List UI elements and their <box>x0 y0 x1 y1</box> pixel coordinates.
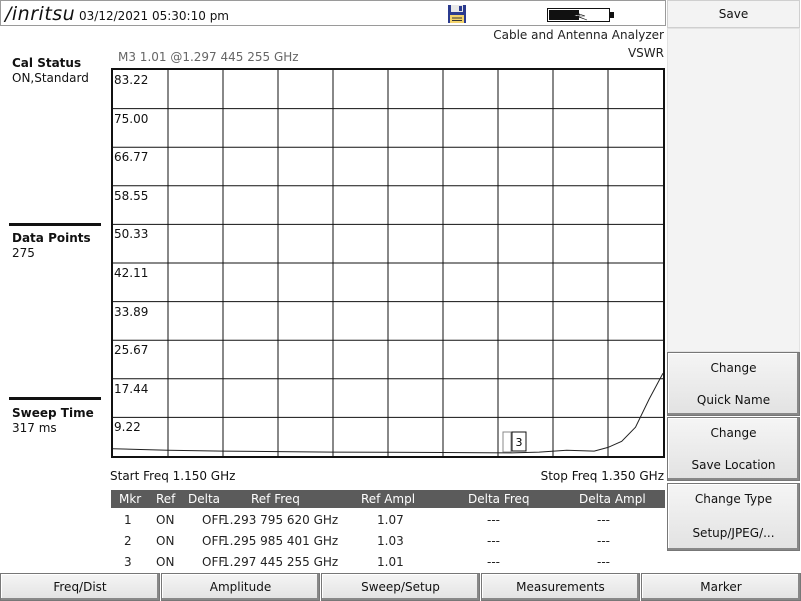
col-ref: Ref <box>156 492 176 506</box>
y-tick-label: 9.22 <box>114 420 141 435</box>
col-delta: Delta <box>188 492 221 506</box>
save-menu-title: Save <box>667 0 800 28</box>
cell-mkr: 3 <box>124 555 132 569</box>
col-delta-ampl: Delta Ampl <box>579 492 646 506</box>
brand-logo: /inritsu <box>5 3 76 25</box>
date-time: 03/12/2021 05:30:10 pm <box>79 9 229 23</box>
y-tick-label: 25.67 <box>114 343 149 358</box>
sweep-time-value: 317 ms <box>12 421 57 435</box>
y-tick-label: 75.00 <box>114 111 149 126</box>
vswr-plot-frame[interactable]: 3 <box>111 68 665 458</box>
cell-delta-freq: --- <box>487 555 500 569</box>
left-panel-divider <box>9 223 101 226</box>
change-save-location-line2: Save Location <box>691 458 776 472</box>
col-mkr: Mkr <box>119 492 142 506</box>
table-row: 3 ON OFF 1.297 445 255 GHz 1.01 --- --- <box>111 553 665 574</box>
cell-ref-ampl: 1.01 <box>377 555 404 569</box>
cell-ref-freq: 1.293 795 620 GHz <box>222 513 339 527</box>
plot-grid <box>113 70 663 456</box>
marker-3-flag: 3 <box>502 431 527 453</box>
cal-status-value: ON,Standard <box>12 71 89 85</box>
y-tick-label: 33.89 <box>114 304 149 319</box>
cell-ref-ampl: 1.03 <box>377 534 404 548</box>
marker-3-label: 3 <box>516 436 523 449</box>
sweep-time-label: Sweep Time <box>12 406 94 420</box>
cell-ref: ON <box>156 534 175 548</box>
y-tick-label: 66.77 <box>114 150 149 165</box>
vswr-plot: 3 <box>113 70 663 456</box>
cell-delta-ampl: --- <box>597 513 610 527</box>
col-delta-freq: Delta Freq <box>468 492 530 506</box>
change-save-location-button[interactable]: Change Save Location <box>667 417 800 481</box>
col-ref-ampl: Ref Ampl <box>361 492 416 506</box>
cell-ref-freq: 1.295 985 401 GHz <box>222 534 339 548</box>
cell-ref-ampl: 1.07 <box>377 513 404 527</box>
cell-ref: ON <box>156 513 175 527</box>
cell-mkr: 2 <box>124 534 132 548</box>
softkey-panel-blank <box>667 28 800 352</box>
marker-readout: M3 1.01 @1.297 445 255 GHz <box>118 50 299 64</box>
freq-dist-menu-button[interactable]: Freq/Dist <box>0 573 160 601</box>
save-menu-title-label: Save <box>718 7 749 21</box>
cell-delta-freq: --- <box>487 513 500 527</box>
col-ref-freq: Ref Freq <box>251 492 300 506</box>
amplitude-menu-button[interactable]: Amplitude <box>161 573 320 601</box>
table-row: 1 ON OFF 1.293 795 620 GHz 1.07 --- --- <box>111 511 665 532</box>
mode-title: Cable and Antenna Analyzer <box>493 28 664 42</box>
left-panel-divider <box>9 397 101 400</box>
change-type-line1: Change Type <box>694 492 773 506</box>
cell-delta-ampl: --- <box>597 555 610 569</box>
data-points-value: 275 <box>12 246 35 260</box>
start-freq-label: Start Freq 1.150 GHz <box>110 469 236 483</box>
cell-ref: ON <box>156 555 175 569</box>
cell-delta-ampl: --- <box>597 534 610 548</box>
sweep-setup-menu-button[interactable]: Sweep/Setup <box>321 573 480 601</box>
y-tick-label: 17.44 <box>114 381 149 396</box>
marker-flag-bracket <box>502 431 512 453</box>
status-bar: /inritsu 03/12/2021 05:30:10 pm <box>0 0 666 26</box>
measurements-menu-button[interactable]: Measurements <box>481 573 640 601</box>
y-tick-label: 83.22 <box>114 73 149 87</box>
change-quick-name-button[interactable]: Change Quick Name <box>667 352 800 416</box>
data-points-label: Data Points <box>12 231 91 245</box>
change-save-location-line1: Change <box>710 426 757 440</box>
stop-freq-label: Stop Freq 1.350 GHz <box>540 469 664 483</box>
cell-delta-freq: --- <box>487 534 500 548</box>
cal-status-label: Cal Status <box>12 56 82 70</box>
y-tick-label: 58.55 <box>114 188 149 203</box>
change-quick-name-line2: Quick Name <box>696 393 771 407</box>
change-type-line2: Setup/JPEG/... <box>692 526 775 540</box>
save-disk-icon <box>448 5 466 23</box>
cell-ref-freq: 1.297 445 255 GHz <box>222 555 339 569</box>
change-type-button[interactable]: Change Type Setup/JPEG/... <box>667 483 800 551</box>
battery-charging-icon <box>547 8 614 22</box>
change-quick-name-line1: Change <box>710 361 757 375</box>
measurement-type: VSWR <box>627 46 664 60</box>
marker-menu-button[interactable]: Marker <box>641 573 801 601</box>
y-tick-label: 50.33 <box>114 227 149 242</box>
cell-mkr: 1 <box>124 513 132 527</box>
y-tick-label: 42.11 <box>114 266 149 280</box>
marker-table-header: Mkr Ref Delta Ref Freq Ref Ampl Delta Fr… <box>111 490 665 508</box>
table-row: 2 ON OFF 1.295 985 401 GHz 1.03 --- --- <box>111 532 665 553</box>
